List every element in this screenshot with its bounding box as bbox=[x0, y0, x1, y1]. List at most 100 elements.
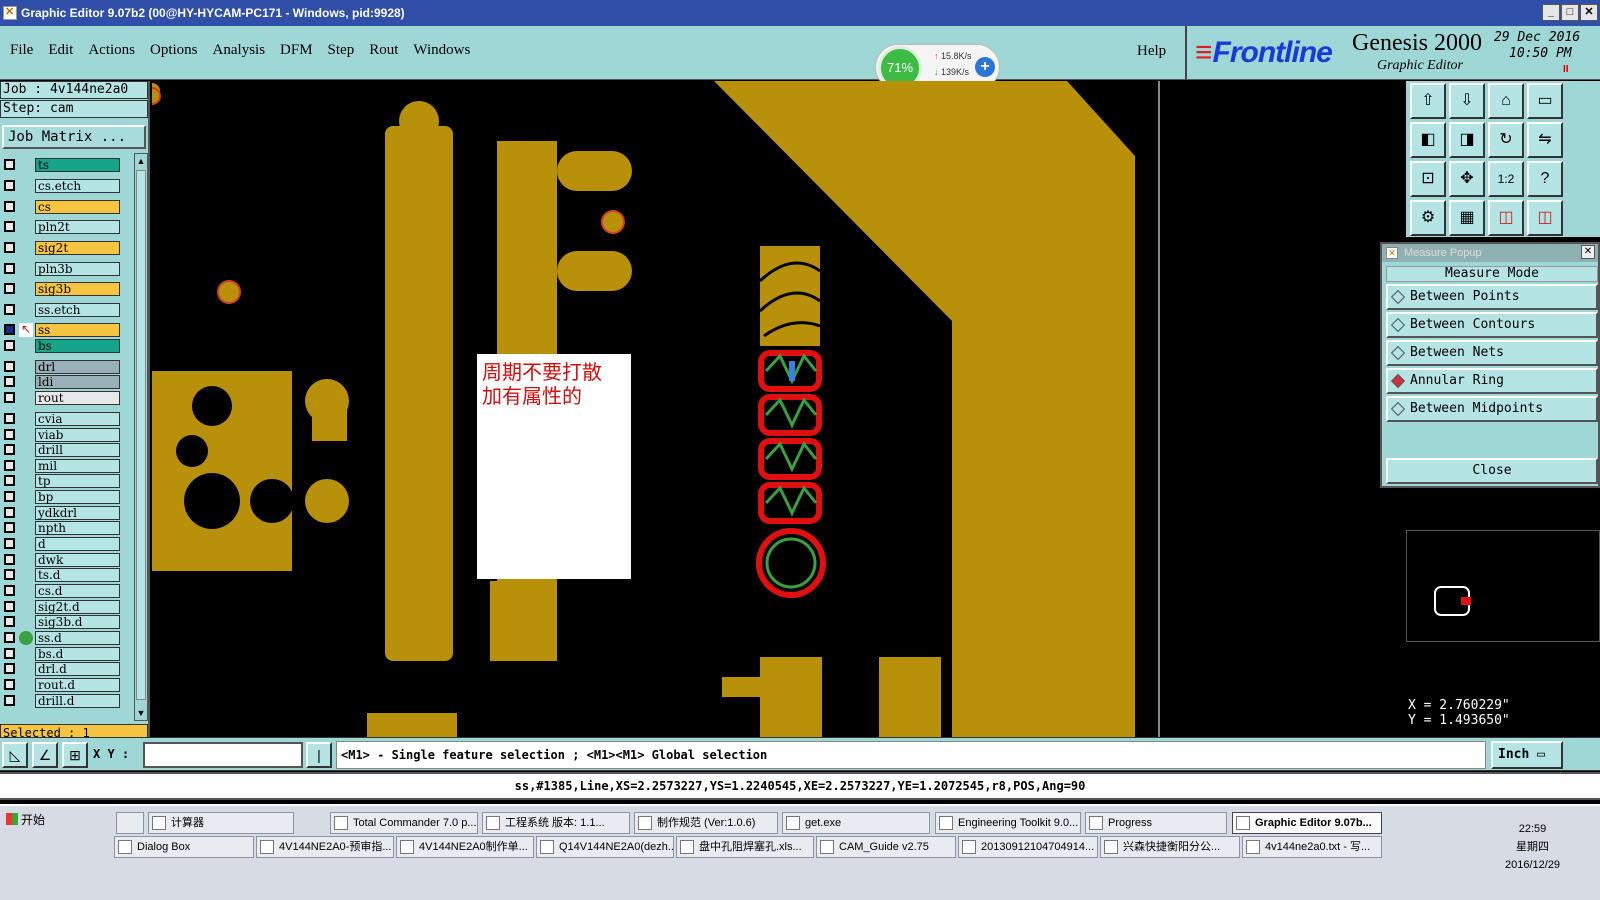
layer-row-drl-d[interactable]: drl.d bbox=[2, 661, 120, 676]
layer-row-sig3b[interactable]: sig3b bbox=[2, 281, 120, 296]
quick-launch-icon[interactable] bbox=[116, 812, 144, 834]
menu-edit[interactable]: Edit bbox=[48, 42, 73, 59]
unit-selector[interactable]: Inch ▭ bbox=[1491, 741, 1563, 769]
layer-row-ts-d[interactable]: ts.d bbox=[2, 567, 120, 582]
layer-checkbox[interactable] bbox=[4, 324, 15, 335]
layer-row-cvia[interactable]: cvia bbox=[2, 411, 120, 426]
layer-compare-icon[interactable]: ◫ bbox=[1527, 200, 1563, 236]
snap-icon[interactable]: ◺ bbox=[2, 742, 28, 768]
layer-row-bp[interactable]: bp bbox=[2, 489, 120, 504]
layer-row-ss[interactable]: ↖ ss bbox=[2, 322, 120, 337]
layer-row-rout-d[interactable]: rout.d bbox=[2, 677, 120, 692]
close-icon[interactable]: ✕ bbox=[1581, 245, 1595, 259]
zoom-down-icon[interactable]: ⇩ bbox=[1449, 83, 1485, 119]
taskbar-button-row2-3[interactable]: Q14V144NE2A0(dezh... bbox=[536, 836, 674, 858]
layer-row-ts[interactable]: ts bbox=[2, 157, 120, 172]
maximize-button[interactable]: □ bbox=[1561, 4, 1579, 21]
option-between-points[interactable]: Between Points bbox=[1386, 284, 1598, 310]
overview-map[interactable] bbox=[1406, 530, 1600, 642]
grid-icon[interactable]: ▦ bbox=[1449, 200, 1485, 236]
layer-row-pln2t[interactable]: pln2t bbox=[2, 219, 120, 234]
layer-checkbox[interactable] bbox=[4, 522, 15, 533]
layer-checkbox[interactable] bbox=[4, 695, 15, 706]
layer-checkbox[interactable] bbox=[4, 159, 15, 170]
taskbar-button-row2-4[interactable]: 盘中孔阻焊塞孔.xls... bbox=[676, 836, 814, 858]
layer-row-sig3b-d[interactable]: sig3b.d bbox=[2, 614, 120, 629]
xy-input[interactable] bbox=[143, 742, 303, 768]
layer-checkbox[interactable] bbox=[4, 340, 15, 351]
fit-icon[interactable]: ⊡ bbox=[1410, 161, 1446, 197]
taskbar-button-get-exe[interactable]: get.exe bbox=[782, 812, 930, 834]
layer-checkbox[interactable] bbox=[4, 242, 15, 253]
layer-checkbox[interactable] bbox=[4, 491, 15, 502]
layer-checkbox[interactable] bbox=[4, 679, 15, 690]
taskbar-button-row2-0[interactable]: Dialog Box bbox=[114, 836, 254, 858]
scroll-up-icon[interactable]: ▲ bbox=[135, 154, 147, 168]
layer-checkbox[interactable] bbox=[4, 283, 15, 294]
pause-indicator[interactable]: II bbox=[1563, 64, 1569, 75]
layer-checkbox[interactable] bbox=[4, 304, 15, 315]
layer-row-drill[interactable]: drill bbox=[2, 442, 120, 457]
layer-checkbox[interactable] bbox=[4, 507, 15, 518]
layer-row-tp[interactable]: tp bbox=[2, 473, 120, 488]
layer-row-d[interactable]: d bbox=[2, 536, 120, 551]
layer-row-bs[interactable]: bs bbox=[2, 338, 120, 353]
ruler-icon[interactable]: ⚙ bbox=[1410, 200, 1446, 236]
minimize-button[interactable]: _ bbox=[1542, 4, 1560, 21]
layer-row-drill-d[interactable]: drill.d bbox=[2, 693, 120, 708]
taskbar-button-row2-7[interactable]: 兴森快捷衡阳分公... bbox=[1100, 836, 1240, 858]
menu-windows[interactable]: Windows bbox=[413, 42, 470, 59]
grid-snap-icon[interactable]: ⊞ bbox=[62, 742, 88, 768]
menu-file[interactable]: File bbox=[10, 42, 33, 59]
layer-row-ss-d[interactable]: ss.d bbox=[2, 630, 120, 645]
taskbar-button-engineering-toolkit[interactable]: Engineering Toolkit 9.0... bbox=[935, 812, 1081, 834]
option-annular-ring[interactable]: Annular Ring bbox=[1386, 368, 1598, 394]
layer-checkbox[interactable] bbox=[4, 429, 15, 440]
layer-row-dwk[interactable]: dwk bbox=[2, 552, 120, 567]
layer-checkbox[interactable] bbox=[4, 221, 15, 232]
taskbar-button-row2-8[interactable]: 4v144ne2a0.txt - 写... bbox=[1242, 836, 1382, 858]
scroll-down-icon[interactable]: ▼ bbox=[135, 706, 147, 720]
home-icon[interactable]: ⌂ bbox=[1488, 83, 1524, 119]
layer-checkbox[interactable] bbox=[4, 392, 15, 403]
layer-list-scrollbar[interactable]: ▲ ▼ bbox=[134, 153, 148, 721]
layer-checkbox[interactable] bbox=[4, 616, 15, 627]
layer-checkbox[interactable] bbox=[4, 585, 15, 596]
pan-right-icon[interactable]: ◨ bbox=[1449, 122, 1485, 158]
taskbar-button-row2-1[interactable]: 4V144NE2A0-预审指... bbox=[256, 836, 394, 858]
menu-help[interactable]: Help bbox=[1137, 43, 1166, 60]
layer-row-pln3b[interactable]: pln3b bbox=[2, 261, 120, 276]
layer-row-npth[interactable]: npth bbox=[2, 520, 120, 535]
window-zoom-icon[interactable]: ▭ bbox=[1527, 83, 1563, 119]
center-icon[interactable]: ✥ bbox=[1449, 161, 1485, 197]
layer-checkbox[interactable] bbox=[4, 569, 15, 580]
layer-checkbox[interactable] bbox=[4, 663, 15, 674]
layer-checkbox[interactable] bbox=[4, 554, 15, 565]
taskbar-button-row2-5[interactable]: CAM_Guide v2.75 bbox=[816, 836, 956, 858]
layer-red-icon[interactable]: ◫ bbox=[1488, 200, 1524, 236]
system-clock[interactable]: 22:59 星期四 2016/12/29 bbox=[1505, 820, 1560, 874]
layer-row-ydkdrl[interactable]: ydkdrl bbox=[2, 505, 120, 520]
layer-checkbox[interactable] bbox=[4, 361, 15, 372]
layer-checkbox[interactable] bbox=[4, 444, 15, 455]
layer-checkbox[interactable] bbox=[4, 413, 15, 424]
layer-row-viab[interactable]: viab bbox=[2, 427, 120, 442]
layer-checkbox[interactable] bbox=[4, 648, 15, 659]
job-matrix-button[interactable]: Job Matrix ... bbox=[2, 125, 146, 149]
graphic-canvas[interactable]: 周期不要打散 加有属性的 bbox=[143, 81, 1156, 737]
taskbar-button-row2-6[interactable]: 20130912104704914... bbox=[958, 836, 1098, 858]
close-window-button[interactable]: ✕ bbox=[1580, 4, 1598, 21]
layer-checkbox[interactable] bbox=[4, 376, 15, 387]
accelerate-plus-icon[interactable]: + bbox=[975, 57, 995, 77]
layer-checkbox[interactable] bbox=[4, 475, 15, 486]
layer-checkbox[interactable] bbox=[4, 201, 15, 212]
layer-checkbox[interactable] bbox=[4, 538, 15, 549]
menu-rout[interactable]: Rout bbox=[369, 42, 398, 59]
menu-analysis[interactable]: Analysis bbox=[213, 42, 266, 59]
pan-left-icon[interactable]: ◧ bbox=[1410, 122, 1446, 158]
menu-actions[interactable]: Actions bbox=[88, 42, 135, 59]
layer-row-mil[interactable]: mil bbox=[2, 458, 120, 473]
canvas-right-area[interactable] bbox=[1158, 81, 1406, 737]
option-between-midpoints[interactable]: Between Midpoints bbox=[1386, 396, 1598, 422]
layer-row-sig2t-d[interactable]: sig2t.d bbox=[2, 599, 120, 614]
